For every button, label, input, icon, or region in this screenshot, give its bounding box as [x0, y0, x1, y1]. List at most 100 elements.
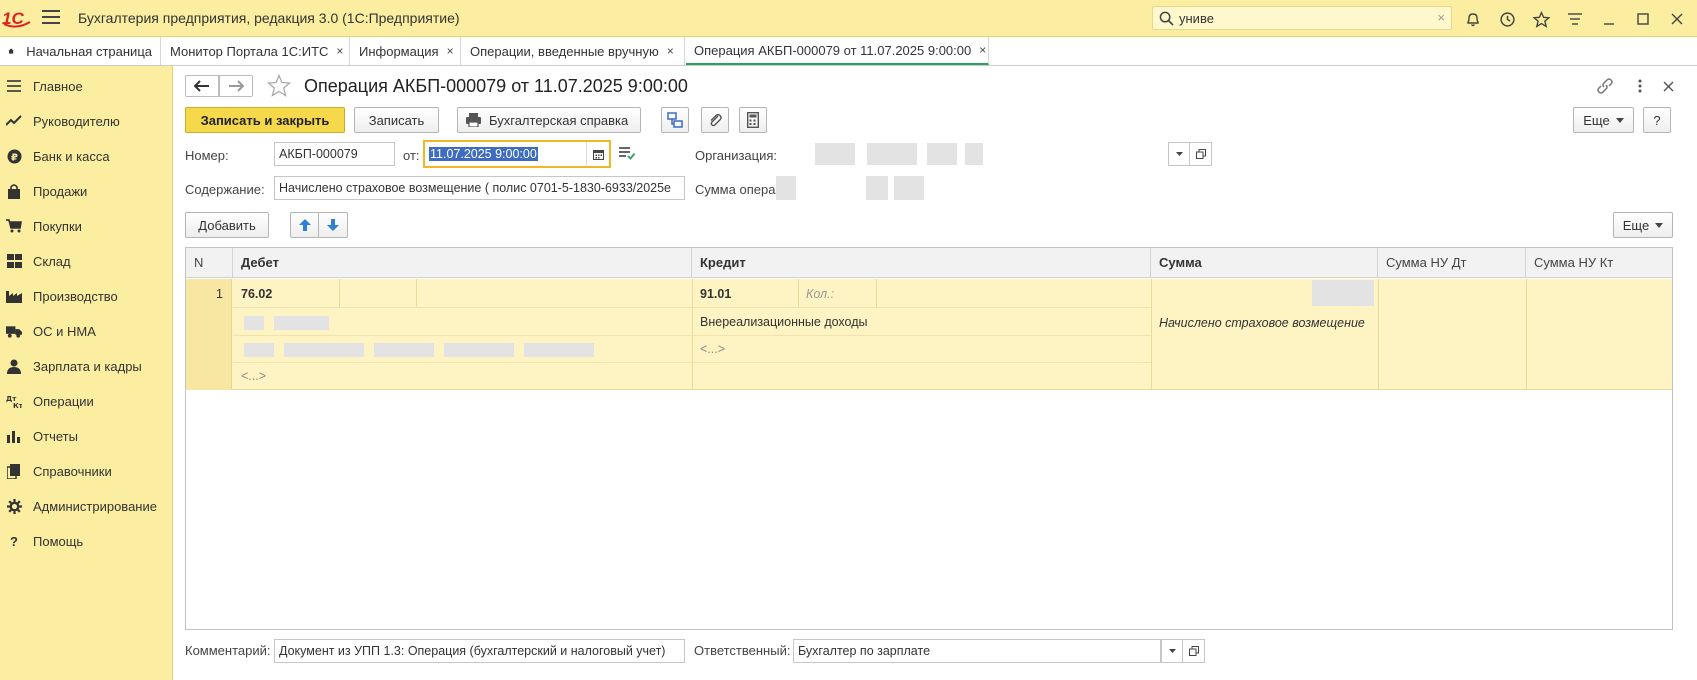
history-icon[interactable] [1497, 9, 1517, 29]
more-button[interactable]: Еще [1573, 107, 1634, 133]
tab-operation-akbp[interactable]: Операция АКБП-000079 от 11.07.2025 9:00:… [686, 37, 989, 65]
help-button[interactable]: ? [1643, 107, 1671, 133]
bell-icon[interactable] [1463, 9, 1483, 29]
sidebar-item-warehouse[interactable]: Склад [0, 246, 172, 276]
sum-value-redacted[interactable] [1312, 280, 1374, 306]
menu-lines-icon [6, 78, 22, 94]
move-down-button[interactable] [319, 212, 348, 238]
main-menu-icon[interactable] [42, 10, 60, 26]
tab-information[interactable]: Информация × [351, 37, 461, 65]
sidebar-item-label: Руководителю [33, 113, 120, 129]
sidebar-item-label: Главное [33, 78, 83, 94]
credit-quantity-label[interactable]: Кол.: [806, 287, 834, 301]
entries-table[interactable]: N Дебет Кредит Сумма Сумма НУ Дт Сумма Н… [185, 247, 1673, 630]
tab-home[interactable]: Начальная страница [0, 37, 161, 65]
credit-subconto-2[interactable]: <...> [700, 342, 725, 356]
responsible-open-button[interactable] [1183, 639, 1205, 663]
organization-open-button[interactable] [1190, 142, 1212, 166]
sidebar-item-operations[interactable]: Дт Кт Операции [0, 386, 172, 416]
bar-chart-icon [6, 428, 22, 444]
sections-sidebar: Главное Руководителю ₽ Банк и касса Прод… [0, 66, 173, 680]
date-history-icon[interactable] [619, 147, 635, 160]
debit-account[interactable]: 76.02 [241, 287, 272, 301]
responsible-field[interactable] [793, 639, 1161, 663]
column-header-debit[interactable]: Дебет [233, 248, 692, 278]
grid-more-button[interactable]: Еще [1613, 212, 1673, 238]
sidebar-item-label: Помощь [33, 533, 84, 549]
debit-subconto-2-redacted[interactable] [244, 343, 594, 357]
more-actions-icon[interactable] [1631, 77, 1649, 95]
sidebar-item-catalogs[interactable]: Справочники [0, 456, 172, 486]
sidebar-item-production[interactable]: Производство [0, 281, 172, 311]
debit-subconto-1-redacted[interactable] [244, 316, 334, 330]
column-header-sum[interactable]: Сумма [1151, 248, 1378, 278]
close-tab-icon[interactable]: × [979, 43, 986, 57]
sidebar-item-manager[interactable]: Руководителю [0, 106, 172, 136]
content-field[interactable] [274, 176, 685, 200]
comment-field[interactable] [274, 639, 685, 663]
calendar-button[interactable] [586, 142, 609, 166]
save-button[interactable]: Записать [354, 107, 439, 133]
debit-subconto-3[interactable]: <...> [241, 369, 266, 383]
add-row-button[interactable]: Добавить [185, 212, 269, 238]
ruble-coin-icon: ₽ [6, 148, 22, 164]
svg-text:Кт: Кт [13, 402, 22, 409]
calendar-icon [592, 149, 604, 160]
printer-icon [466, 113, 481, 127]
1c-logo-icon[interactable]: 1С [2, 8, 32, 28]
sidebar-item-fixed-assets[interactable]: ОС и НМА [0, 316, 172, 346]
forward-button[interactable] [219, 75, 253, 97]
search-input[interactable] [1179, 9, 1419, 27]
close-form-icon[interactable] [1659, 77, 1677, 95]
close-tab-icon[interactable]: × [667, 44, 674, 58]
sidebar-item-salary[interactable]: Зарплата и кадры [0, 351, 172, 381]
tab-its-monitor[interactable]: Монитор Портала 1С:ИТС × [162, 37, 350, 65]
number-field[interactable] [274, 142, 395, 166]
person-icon [6, 358, 22, 374]
sidebar-item-sales[interactable]: Продажи [0, 176, 172, 206]
home-icon [8, 48, 14, 54]
credit-subconto-1[interactable]: Внереализационные доходы [700, 315, 868, 329]
global-search[interactable]: × [1152, 6, 1452, 30]
column-header-sum-tax-debit[interactable]: Сумма НУ Дт [1378, 248, 1526, 278]
minimize-icon[interactable] [1599, 9, 1619, 29]
sidebar-item-administration[interactable]: Администрирование [0, 491, 172, 521]
responsible-dropdown-button[interactable] [1161, 639, 1183, 663]
column-header-sum-tax-credit[interactable]: Сумма НУ Кт [1526, 248, 1672, 278]
operation-sum-field-redacted[interactable] [776, 176, 944, 200]
close-tab-icon[interactable]: × [447, 44, 454, 58]
maximize-icon[interactable] [1633, 9, 1653, 29]
structure-button[interactable] [661, 107, 689, 133]
sidebar-item-main[interactable]: Главное [0, 71, 172, 101]
trend-icon [6, 113, 22, 129]
back-button[interactable] [185, 75, 219, 97]
column-header-n[interactable]: N [186, 248, 233, 278]
column-header-credit[interactable]: Кредит [692, 248, 1151, 278]
credit-account[interactable]: 91.01 [700, 287, 731, 301]
favorite-star-icon[interactable] [267, 74, 291, 98]
calculator-icon [747, 112, 759, 128]
clear-search-icon[interactable]: × [1437, 10, 1445, 25]
favorites-icon[interactable] [1531, 9, 1551, 29]
organization-dropdown-button[interactable] [1168, 142, 1190, 166]
save-and-close-button[interactable]: Записать и закрыть [185, 107, 345, 133]
tab-label: Операции, введенные вручную [470, 43, 659, 59]
sidebar-item-purchases[interactable]: Покупки [0, 211, 172, 241]
close-tab-icon[interactable]: × [336, 44, 343, 58]
factory-icon [6, 288, 22, 304]
sidebar-item-reports[interactable]: Отчеты [0, 421, 172, 451]
sidebar-item-help[interactable]: ? Помощь [0, 526, 172, 556]
functions-menu-icon[interactable] [1565, 9, 1585, 29]
organization-field-redacted[interactable] [795, 143, 1167, 165]
tab-manual-operations[interactable]: Операции, введенные вручную × [462, 37, 685, 65]
calculator-button[interactable] [739, 107, 767, 133]
sidebar-item-label: Производство [33, 288, 118, 304]
attach-files-button[interactable] [701, 107, 729, 133]
date-field[interactable]: 11.07.2025 9:00:00 [423, 140, 611, 168]
link-icon[interactable] [1596, 77, 1614, 95]
move-up-button[interactable] [290, 212, 319, 238]
accounting-certificate-button[interactable]: Бухгалтерская справка [457, 107, 641, 133]
sidebar-item-bank[interactable]: ₽ Банк и касса [0, 141, 172, 171]
operation-content-cell[interactable]: Начислено страховое возмещение [1159, 315, 1369, 331]
close-window-icon[interactable] [1667, 9, 1687, 29]
